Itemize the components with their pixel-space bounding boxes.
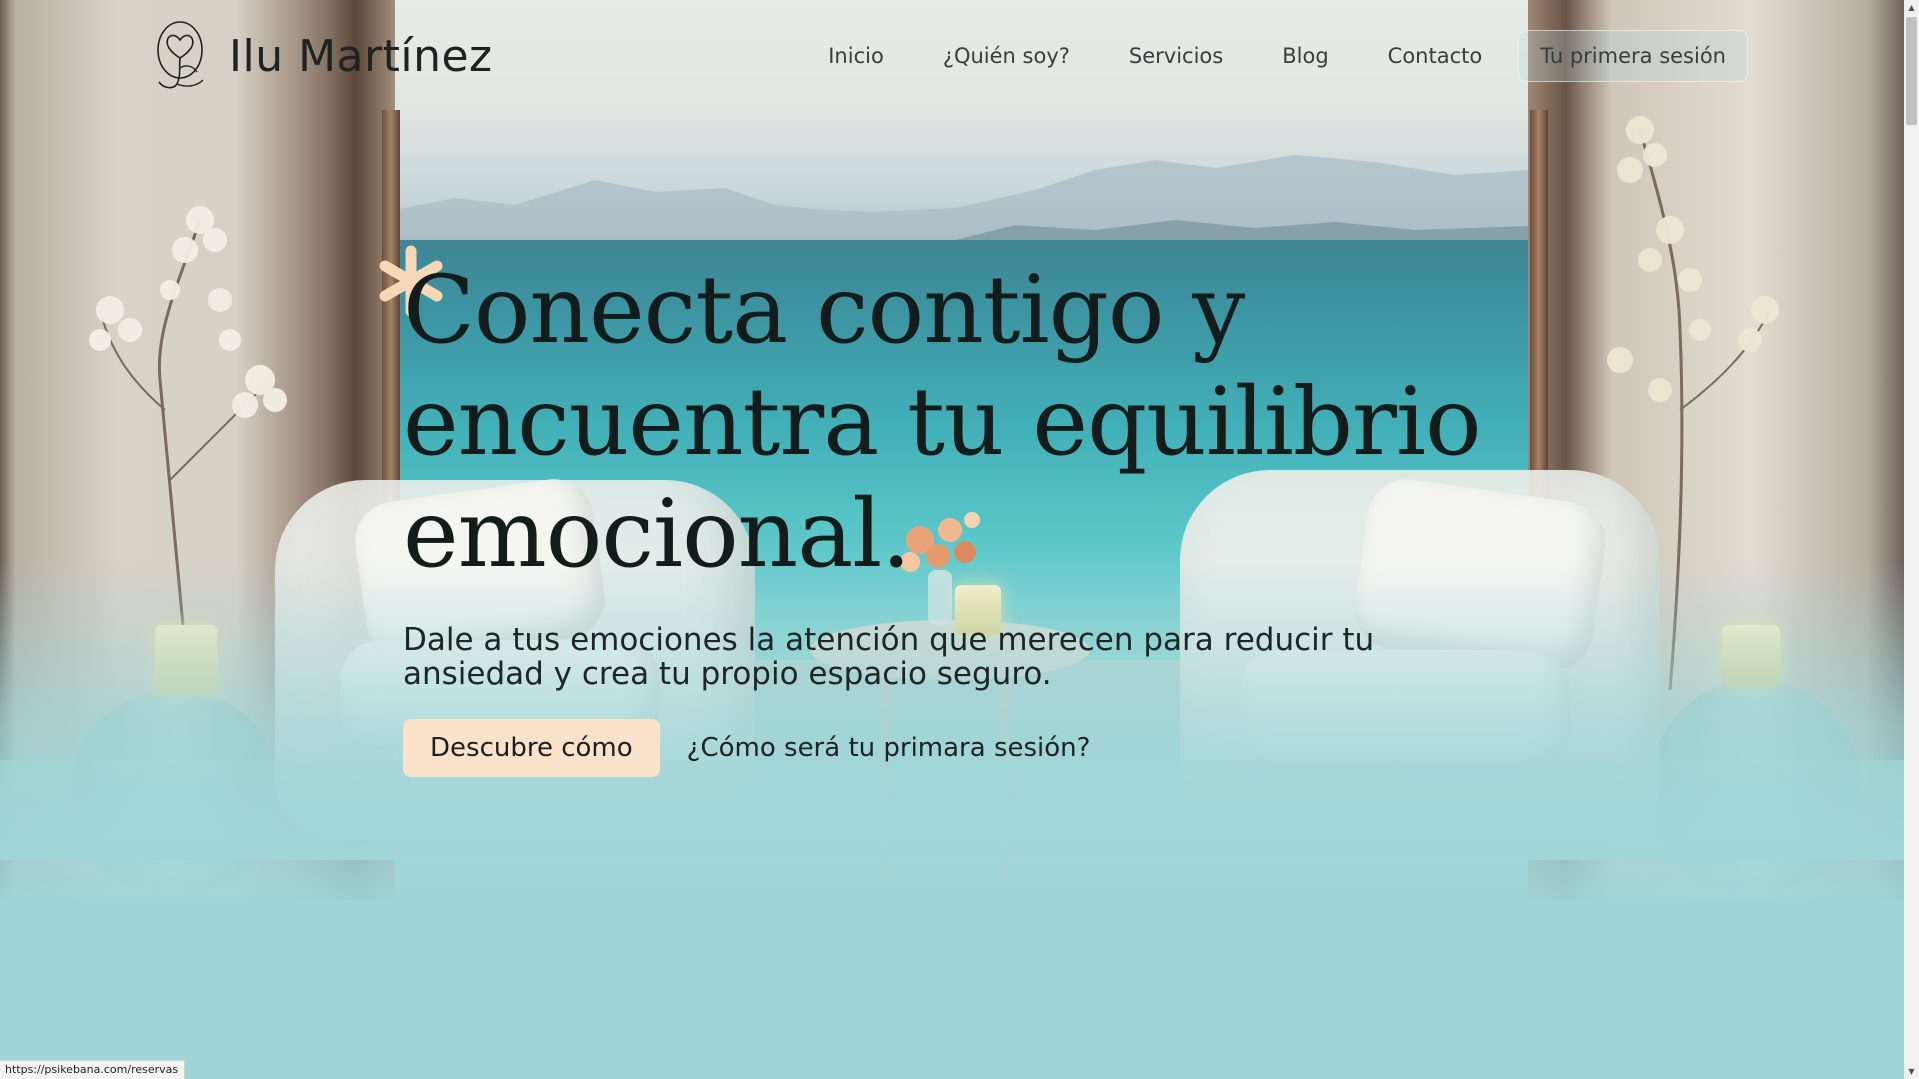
first-session-link[interactable]: ¿Cómo será tu primara sesión? xyxy=(687,733,1091,763)
hero-subtitle: Dale a tus emociones la atención que mer… xyxy=(403,622,1375,692)
nav-item-servicios[interactable]: Servicios xyxy=(1129,44,1223,68)
scroll-up-arrow-icon[interactable]: ▲ xyxy=(1904,0,1919,15)
nav-item-inicio[interactable]: Inicio xyxy=(828,44,884,68)
nav-item-contacto[interactable]: Contacto xyxy=(1388,44,1483,68)
logo-text: Ilu Martínez xyxy=(229,30,493,82)
site-header: Ilu Martínez Inicio ¿Quién soy? Servicio… xyxy=(0,0,1904,112)
nav-item-blog[interactable]: Blog xyxy=(1282,44,1328,68)
hero-actions: Descubre cómo ¿Cómo será tu primara sesi… xyxy=(403,719,1503,777)
nav-item-quien-soy[interactable]: ¿Quién soy? xyxy=(943,44,1070,68)
vertical-scrollbar[interactable]: ▲ ▼ xyxy=(1904,0,1919,1079)
site-logo[interactable]: Ilu Martínez xyxy=(153,20,493,92)
heart-flower-logo-icon xyxy=(157,21,204,89)
scroll-thumb[interactable] xyxy=(1906,17,1917,125)
discover-how-button[interactable]: Descubre cómo xyxy=(403,719,660,777)
scroll-down-arrow-icon[interactable]: ▼ xyxy=(1904,1064,1919,1079)
hero-section: Conecta contigo y encuentra tu equilibri… xyxy=(379,245,1503,777)
first-session-button[interactable]: Tu primera sesión xyxy=(1518,30,1748,82)
hero-title: Conecta contigo y encuentra tu equilibri… xyxy=(403,256,1482,589)
status-bar-url: https://psikebana.com/reservas xyxy=(0,1060,186,1079)
floor xyxy=(0,760,1904,1079)
mountains xyxy=(395,155,1528,245)
main-nav: Inicio ¿Quién soy? Servicios Blog Contac… xyxy=(828,30,1748,82)
